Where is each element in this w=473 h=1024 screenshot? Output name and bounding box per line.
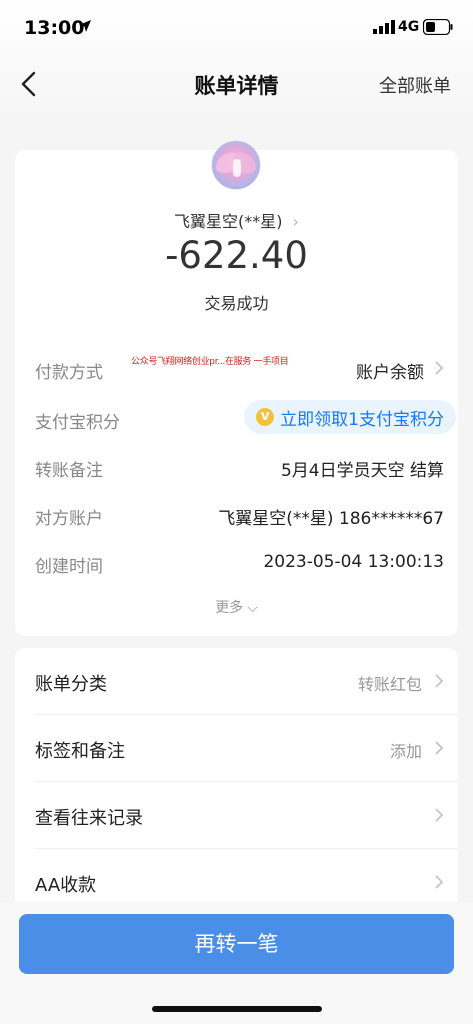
row-tags-notes[interactable]: 标签和备注 添加: [35, 715, 458, 782]
transaction-status: 交易成功: [204, 294, 269, 313]
claim-points-label: 立即领取1支付宝积分: [280, 409, 444, 430]
more-label: 更多: [215, 600, 244, 616]
chevron-right-icon: [435, 808, 444, 822]
footer-bar: 再转一笔: [0, 902, 473, 1024]
more-toggle[interactable]: 更多 ⌵: [15, 597, 458, 617]
detail-row-points: 支付宝积分 V 立即领取1支付宝积分: [35, 396, 458, 442]
detail-value: 飞翼星空(**星) 186******67: [218, 509, 444, 529]
transaction-card: 飞翼星空(**星) › -622.40 交易成功 付款方式 账户余额 支付宝积分 …: [15, 140, 458, 636]
detail-value: 账户余额: [356, 363, 424, 383]
chevron-right-icon: ›: [292, 212, 299, 231]
payee-name-row[interactable]: 飞翼星空(**星) ›: [15, 208, 458, 232]
status-time: 13:00: [24, 17, 85, 39]
row-label: AA收款: [35, 875, 97, 896]
status-bar: 13:00 4G: [0, 0, 473, 56]
network-label: 4G: [398, 19, 420, 35]
home-indicator: [152, 1006, 322, 1012]
battery-icon: [423, 19, 453, 35]
all-bills-link[interactable]: 全部账单: [379, 72, 451, 98]
detail-row-created-time: 创建时间 2023-05-04 13:00:13: [35, 540, 458, 586]
detail-label: 支付宝积分: [35, 413, 120, 433]
row-history[interactable]: 查看往来记录: [35, 782, 458, 849]
points-coin-icon: V: [256, 408, 275, 426]
detail-row-remark: 转账备注 5月4日学员天空 结算: [35, 444, 458, 490]
row-label: 查看往来记录: [35, 808, 143, 829]
payee-name: 飞翼星空(**星): [174, 212, 283, 231]
chevron-right-icon: [435, 361, 444, 375]
avatar[interactable]: [211, 140, 261, 190]
location-arrow-icon: [79, 20, 91, 32]
detail-label: 转账备注: [35, 461, 103, 481]
nav-bar: 账单详情 全部账单: [0, 56, 473, 112]
row-bill-category[interactable]: 账单分类 转账红包: [35, 648, 458, 715]
transfer-again-button[interactable]: 再转一笔: [19, 914, 454, 974]
chevron-right-icon: [435, 741, 444, 755]
row-value: 转账红包: [357, 675, 422, 694]
row-label: 标签和备注: [35, 741, 125, 762]
detail-label: 创建时间: [35, 557, 103, 577]
detail-value: 2023-05-04 13:00:13: [263, 552, 444, 572]
actions-card: 账单分类 转账红包 标签和备注 添加 查看往来记录 AA收款: [15, 648, 458, 908]
detail-label: 付款方式: [35, 363, 103, 383]
chevron-down-icon: ⌵: [247, 600, 258, 616]
row-value: 添加: [389, 742, 422, 761]
detail-row-counterparty: 对方账户 飞翼星空(**星) 186******67: [35, 492, 458, 538]
detail-value: 5月4日学员天空 结算: [280, 461, 444, 481]
chevron-right-icon: [435, 875, 444, 889]
watermark-text: 公众号飞翔网络创业pr...在服务 一手项目: [131, 357, 289, 367]
chevron-right-icon: [435, 674, 444, 688]
signal-icon: [373, 20, 395, 34]
row-label: 账单分类: [35, 674, 107, 695]
claim-points-button[interactable]: V 立即领取1支付宝积分: [244, 400, 456, 434]
detail-label: 对方账户: [35, 509, 103, 529]
detail-row-payment-method[interactable]: 付款方式 账户余额: [35, 346, 458, 392]
transaction-amount: -622.40: [165, 234, 308, 277]
